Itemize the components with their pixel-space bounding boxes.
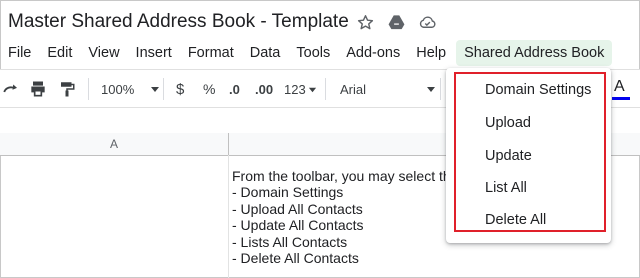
menu-edit[interactable]: Edit [39,40,80,66]
cell-line: - Update All Contacts [232,217,364,234]
toolbar-divider [325,78,326,100]
toolbar-divider [163,78,164,100]
document-title[interactable]: Master Shared Address Book - Template [8,11,349,33]
text-color-button[interactable]: A [614,78,625,96]
menu-insert[interactable]: Insert [128,40,180,66]
print-icon[interactable] [28,70,48,108]
currency-format-button[interactable]: $ [176,70,184,108]
grid-line [228,155,229,278]
cloud-done-icon[interactable] [418,13,437,32]
menu-bar: File Edit View Insert Format Data Tools … [0,39,613,67]
menu-item-update[interactable]: Update [485,148,532,164]
redo-icon[interactable] [2,70,20,108]
toolbar-divider [440,78,441,100]
increase-decimal-button[interactable]: .00 [255,70,273,108]
font-select[interactable]: Arial [340,70,436,108]
cell-line: From the toolbar, you may select th [232,168,451,184]
chevron-down-icon [308,87,316,92]
menu-addons[interactable]: Add-ons [338,40,408,66]
menu-item-domain-settings[interactable]: Domain Settings [485,82,591,98]
menu-shared-address-book[interactable]: Shared Address Book [456,40,613,66]
chevron-down-icon [151,87,160,92]
increase-decimal-label: .00 [255,81,274,97]
cell-line: - Delete All Contacts [232,249,359,266]
column-header-a[interactable]: A [0,133,229,156]
cell-line: - Lists All Contacts [232,233,348,250]
menu-item-upload[interactable]: Upload [485,115,531,131]
text-color-swatch [612,97,630,100]
menu-view[interactable]: View [80,40,127,66]
toolbar-divider [88,78,89,100]
menu-tools[interactable]: Tools [288,40,338,66]
title-icons [356,13,437,32]
cell-b1[interactable]: From the toolbar, you may select th - Do… [232,168,451,266]
decrease-decimal-button[interactable]: .0 [229,70,240,108]
menu-item-delete-all[interactable]: Delete All [485,212,546,228]
zoom-value: 100% [101,81,135,97]
star-icon[interactable] [356,13,375,32]
menu-data[interactable]: Data [242,40,289,66]
decrease-decimal-label: .0 [229,81,240,97]
more-formats-button[interactable]: 123 [284,70,317,108]
menu-format[interactable]: Format [180,40,242,66]
chevron-down-icon [427,87,436,92]
menu-file[interactable]: File [0,40,39,66]
menu-help[interactable]: Help [408,40,454,66]
menu-item-list-all[interactable]: List All [485,180,527,196]
percent-format-button[interactable]: % [203,70,215,108]
cell-line: - Upload All Contacts [232,200,363,217]
paint-format-icon[interactable] [58,70,76,108]
drive-icon[interactable] [387,13,406,32]
more-formats-label: 123 [284,81,306,97]
cell-line: - Domain Settings [232,184,344,201]
zoom-select[interactable]: 100% [101,70,160,108]
font-name: Arial [340,81,367,97]
